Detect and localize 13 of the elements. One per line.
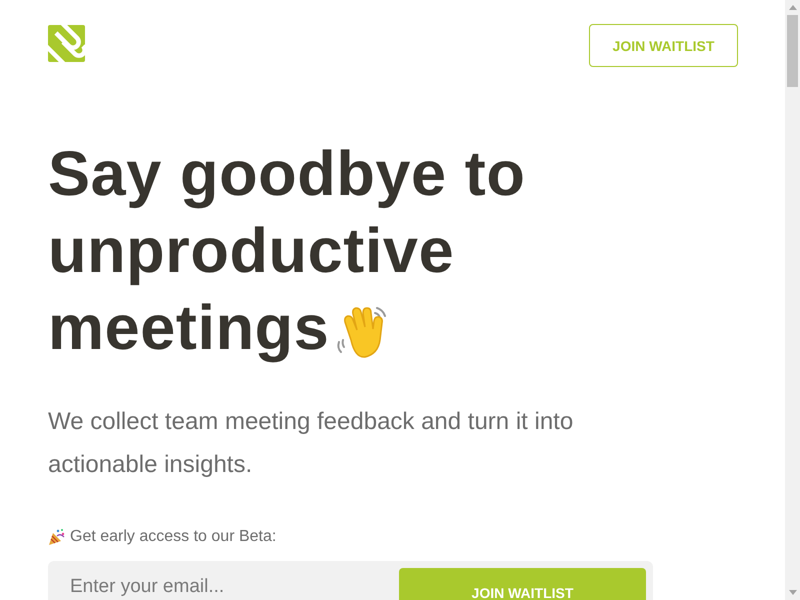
logo-icon[interactable] xyxy=(48,25,85,62)
join-waitlist-button[interactable]: JOIN WAITLIST xyxy=(589,24,738,67)
party-popper-icon xyxy=(48,528,66,546)
hero-heading-line: meetings xyxy=(48,292,330,365)
beta-access-label: Get early access to our Beta: xyxy=(70,528,276,546)
email-signup-box[interactable]: Enter your email... JOIN WAITLIST xyxy=(48,561,653,600)
scroll-up-icon[interactable] xyxy=(788,5,796,10)
hero-heading-line: Say goodbye to xyxy=(48,138,526,211)
scrollbar-thumb[interactable] xyxy=(787,15,798,87)
scroll-down-icon[interactable] xyxy=(788,590,796,595)
join-waitlist-button[interactable]: JOIN WAITLIST xyxy=(399,568,646,600)
hero-heading-line: unproductive xyxy=(48,215,454,288)
hero-subtitle: We collect team meeting feedback and turn it into actionable insights. xyxy=(48,407,574,480)
